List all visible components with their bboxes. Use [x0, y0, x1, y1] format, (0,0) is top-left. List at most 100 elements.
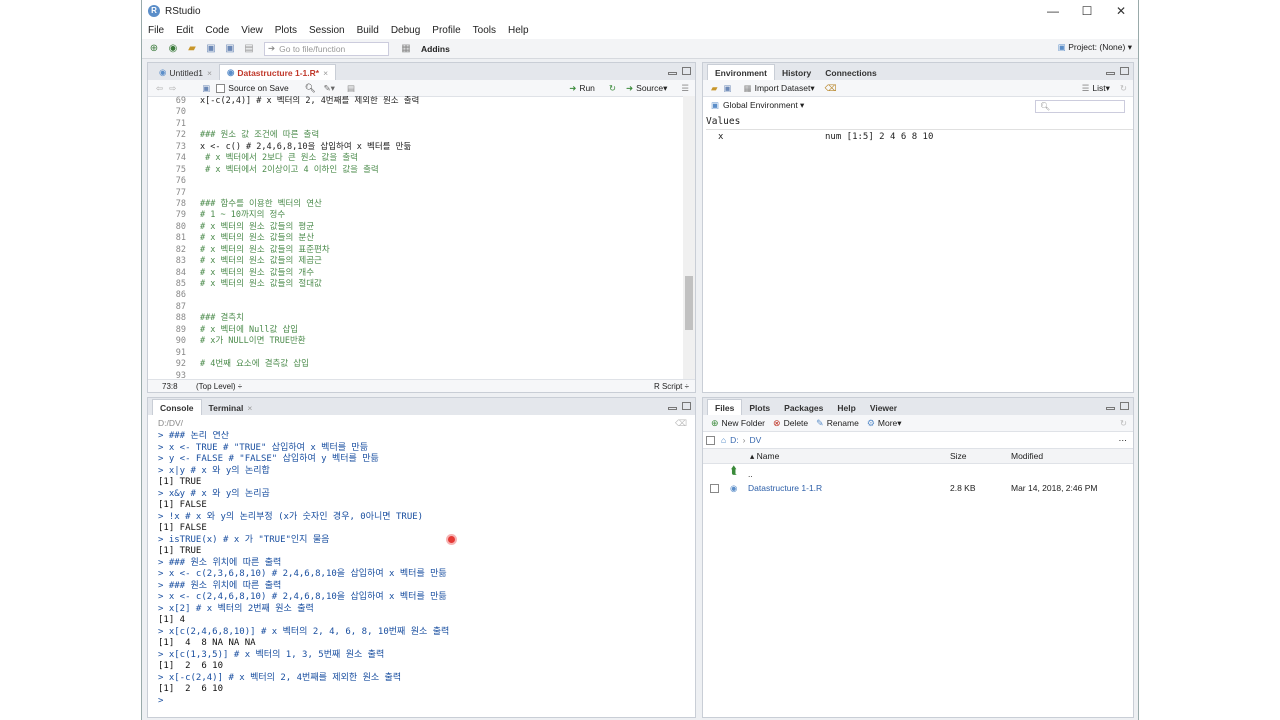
- open-folder-icon[interactable]: ▰: [711, 83, 718, 94]
- tab-terminal[interactable]: Terminal ×: [202, 400, 260, 415]
- new-project-icon[interactable]: ◉: [166, 43, 180, 55]
- import-dataset-button[interactable]: ▦ Import Dataset ▾: [744, 83, 815, 94]
- refresh-icon[interactable]: ↻: [1120, 83, 1127, 94]
- maximize-pane-icon[interactable]: [682, 402, 691, 410]
- go-to-file-input[interactable]: ➔ Go to file/function: [264, 41, 389, 56]
- tab-history[interactable]: History: [775, 65, 818, 80]
- more-button[interactable]: ⚙ More ▾: [867, 418, 902, 429]
- menu-build[interactable]: Build: [351, 25, 385, 36]
- outline-icon[interactable]: ☰: [681, 83, 689, 94]
- maximize-button[interactable]: ☐: [1070, 0, 1104, 22]
- tab-connections[interactable]: Connections: [818, 65, 883, 80]
- breadcrumb-root[interactable]: D:: [730, 435, 739, 445]
- maximize-pane-icon[interactable]: [1120, 67, 1129, 75]
- code-line[interactable]: 69 x[-c(2,4)] # x 벡터의 2, 4번째를 제외한 원소 출력: [148, 96, 683, 107]
- search-icon[interactable]: 🔍︎: [305, 83, 316, 94]
- addins-menu[interactable]: Addins: [421, 44, 450, 54]
- tab-datastructure[interactable]: ◉ Datastructure 1-1.R* ×: [218, 64, 337, 80]
- file-checkbox[interactable]: [710, 483, 719, 493]
- new-folder-button[interactable]: ⊕ New Folder: [711, 418, 765, 429]
- modified-column-header[interactable]: Modified: [1011, 451, 1043, 461]
- project-menu[interactable]: ▣ Project: (None) ▾: [1058, 42, 1132, 53]
- file-type-menu[interactable]: R Script ÷: [654, 382, 689, 391]
- tab-untitled1[interactable]: ◉ Untitled1 ×: [152, 65, 219, 80]
- print-icon[interactable]: ▤: [242, 43, 256, 55]
- maximize-pane-icon[interactable]: [1120, 402, 1129, 410]
- file-name-link[interactable]: Datastructure 1-1.R: [748, 483, 822, 493]
- tab-packages[interactable]: Packages: [777, 400, 830, 415]
- minimize-button[interactable]: —: [1036, 0, 1070, 22]
- code-line[interactable]: 72 ### 원소 값 조건에 따른 출력: [148, 130, 683, 141]
- code-line[interactable]: 86: [148, 290, 683, 301]
- close-tab-icon[interactable]: ×: [247, 403, 252, 413]
- run-button[interactable]: ➜ Run: [569, 83, 595, 94]
- code-line[interactable]: 74 # x 벡터에서 2보다 큰 원소 값을 출력: [148, 153, 683, 164]
- env-variable-row[interactable]: x num [1:5] 2 4 6 8 10: [703, 132, 1133, 144]
- scroll-thumb[interactable]: [685, 276, 693, 330]
- close-button[interactable]: ✕: [1104, 0, 1138, 22]
- close-tab-icon[interactable]: ×: [323, 68, 328, 78]
- menu-help[interactable]: Help: [502, 25, 535, 36]
- refresh-icon[interactable]: ↻: [1120, 418, 1127, 429]
- grid-layout-icon[interactable]: ▦: [399, 43, 413, 55]
- tab-console[interactable]: Console: [152, 399, 202, 415]
- code-line[interactable]: 82 # x 벡터의 원소 값들의 표준편차: [148, 245, 683, 256]
- menu-profile[interactable]: Profile: [426, 25, 466, 36]
- code-tools-icon[interactable]: ✎▾: [324, 83, 335, 94]
- select-all-checkbox[interactable]: [706, 435, 715, 445]
- code-line[interactable]: 90 # x가 NULL이면 TRUE반환: [148, 336, 683, 347]
- tab-environment[interactable]: Environment: [707, 64, 775, 80]
- code-line[interactable]: 78 ### 함수를 이용한 벡터의 연산: [148, 199, 683, 210]
- code-editor[interactable]: 69 x[-c(2,4)] # x 벡터의 2, 4번째를 제외한 원소 출력 70…: [148, 96, 683, 380]
- forward-icon[interactable]: ⇨: [169, 83, 176, 94]
- rename-button[interactable]: ✎ Rename: [816, 418, 859, 429]
- breadcrumb-dir[interactable]: DV: [749, 435, 761, 445]
- more-options-icon[interactable]: ⋯: [1119, 435, 1128, 446]
- code-line[interactable]: 75 # x 벡터에서 2이상이고 4 이하인 값을 출력: [148, 165, 683, 176]
- minimize-pane-icon[interactable]: [1106, 72, 1115, 75]
- code-line[interactable]: 84 # x 벡터의 원소 값들의 개수: [148, 268, 683, 279]
- menu-view[interactable]: View: [235, 25, 269, 36]
- compile-report-icon[interactable]: ▤: [347, 83, 355, 94]
- code-line[interactable]: 76: [148, 176, 683, 187]
- code-line[interactable]: 79 # 1 ~ 10까지의 정수: [148, 210, 683, 221]
- menu-file[interactable]: File: [142, 25, 170, 36]
- save-all-icon[interactable]: ▣: [223, 43, 237, 55]
- menu-plots[interactable]: Plots: [269, 25, 303, 36]
- menu-tools[interactable]: Tools: [467, 25, 502, 36]
- code-line[interactable]: 91: [148, 348, 683, 359]
- menu-code[interactable]: Code: [199, 25, 235, 36]
- size-column-header[interactable]: Size: [950, 451, 967, 461]
- code-line[interactable]: 85 # x 벡터의 원소 값들의 절대값: [148, 279, 683, 290]
- back-icon[interactable]: ⇦: [156, 83, 163, 94]
- menu-edit[interactable]: Edit: [170, 25, 199, 36]
- console-output[interactable]: > ### 논리 연산 > x <- TRUE # "TRUE" 삽입하여 x 벡…: [158, 431, 693, 717]
- save-workspace-icon[interactable]: ▣: [724, 83, 732, 94]
- delete-button[interactable]: ⊗ Delete: [773, 418, 808, 429]
- minimize-pane-icon[interactable]: [668, 72, 677, 75]
- environment-scope-menu[interactable]: Global Environment ▾: [723, 100, 804, 111]
- code-line[interactable]: 71: [148, 119, 683, 130]
- code-line[interactable]: 77: [148, 188, 683, 199]
- code-line[interactable]: 73 x <- c() # 2,4,6,8,10을 삽입하여 x 벡터를 만듦: [148, 142, 683, 153]
- save-icon[interactable]: ▣: [202, 83, 210, 94]
- tab-files[interactable]: Files: [707, 399, 743, 415]
- broom-icon[interactable]: ⌫: [825, 83, 837, 94]
- name-column-header[interactable]: ▴ Name: [750, 451, 779, 462]
- tab-viewer[interactable]: Viewer: [863, 400, 904, 415]
- list-view-menu[interactable]: ☰ List ▾: [1082, 83, 1110, 94]
- code-line[interactable]: 83 # x 벡터의 원소 값들의 제곱근: [148, 256, 683, 267]
- parent-directory-row[interactable]: ⮬ ..: [703, 463, 1133, 480]
- menu-debug[interactable]: Debug: [385, 25, 426, 36]
- maximize-pane-icon[interactable]: [682, 67, 691, 75]
- code-line[interactable]: 88 ### 결측치: [148, 313, 683, 324]
- file-row[interactable]: ◉ Datastructure 1-1.R 2.8 KB Mar 14, 201…: [703, 480, 1133, 496]
- tab-help[interactable]: Help: [830, 400, 862, 415]
- source-on-save-checkbox[interactable]: [216, 83, 226, 93]
- home-icon[interactable]: ⌂: [721, 435, 726, 445]
- clear-console-icon[interactable]: ⌫: [675, 418, 687, 429]
- code-line[interactable]: 89 # x 벡터에 Null값 삽입: [148, 325, 683, 336]
- open-file-icon[interactable]: ▰: [185, 43, 199, 55]
- close-tab-icon[interactable]: ×: [207, 68, 212, 78]
- code-line[interactable]: 80 # x 벡터의 원소 값들의 평균: [148, 222, 683, 233]
